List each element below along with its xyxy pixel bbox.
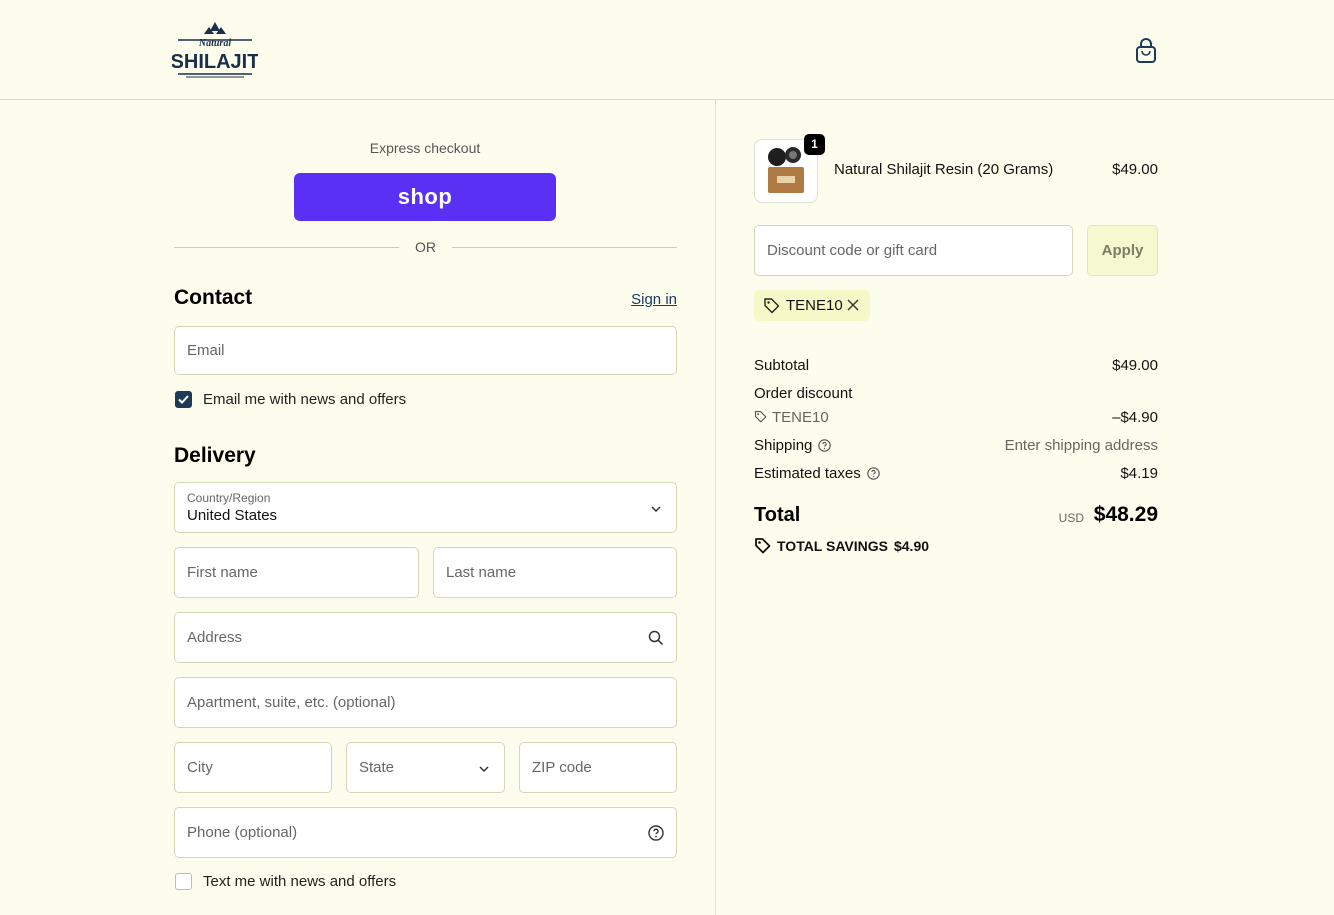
newsletter-label: Email me with news and offers (203, 391, 407, 408)
email-placeholder: Email (187, 342, 225, 359)
order-summary: 1 Natural Shilajit Resin (20 Grams) $49.… (716, 100, 1334, 915)
shop-pay-button[interactable]: shop (294, 173, 556, 221)
savings-label: TOTAL SAVINGS (777, 538, 888, 554)
email-field[interactable]: Email (174, 326, 677, 375)
country-select[interactable]: Country/Region United States (174, 482, 677, 533)
applied-code: TENE10 (786, 297, 843, 314)
currency-code: USD (1058, 511, 1084, 525)
savings-value: $4.90 (893, 538, 930, 554)
apply-button[interactable]: Apply (1087, 225, 1158, 276)
help-icon[interactable] (818, 439, 832, 452)
apartment-placeholder: Apartment, suite, etc. (optional) (187, 694, 396, 711)
city-placeholder: City (187, 759, 213, 776)
quantity-badge: 1 (804, 134, 825, 155)
discount-placeholder: Discount code or gift card (767, 242, 938, 259)
shipping-value: Enter shipping address (1004, 437, 1158, 454)
taxes-row: Estimated taxes (754, 465, 880, 482)
or-divider: OR (174, 238, 677, 258)
product-price: $49.00 (1112, 161, 1158, 178)
product-name: Natural Shilajit Resin (20 Grams) (834, 161, 1054, 178)
country-value: United States (187, 507, 278, 524)
svg-text:Natural: Natural (198, 38, 231, 49)
order-discount-value: –$4.90 (1112, 409, 1158, 426)
subtotal-label: Subtotal (754, 357, 810, 374)
taxes-label: Estimated taxes (754, 465, 861, 482)
help-icon[interactable] (866, 467, 880, 480)
order-discount-code: TENE10 (772, 409, 829, 426)
sms-label: Text me with news and offers (203, 873, 397, 890)
shilajit-logo[interactable]: Natural SHILAJIT (172, 18, 258, 82)
tag-icon (754, 410, 767, 423)
order-discount-code-row: TENE10 (754, 409, 829, 426)
site-header: Natural SHILAJIT (0, 0, 1334, 100)
last-name-field[interactable]: Last name (433, 547, 677, 598)
delivery-title: Delivery (174, 444, 256, 467)
remove-code-icon[interactable] (846, 298, 860, 312)
state-select[interactable]: State (346, 742, 505, 793)
last-name-placeholder: Last name (446, 564, 517, 581)
checkmark-icon (178, 395, 189, 404)
contact-title: Contact (174, 286, 253, 309)
phone-placeholder: Phone (optional) (187, 824, 298, 841)
savings-tag-icon (755, 538, 771, 554)
address-field[interactable]: Address (174, 612, 677, 663)
divider-line-right (452, 247, 677, 248)
city-field[interactable]: City (174, 742, 332, 793)
chevron-down-icon (651, 506, 661, 513)
country-label: Country/Region (187, 491, 271, 505)
first-name-placeholder: First name (187, 564, 258, 581)
newsletter-checkbox[interactable] (175, 391, 192, 408)
state-placeholder: State (359, 759, 395, 776)
help-icon[interactable] (648, 825, 664, 841)
shipping-label: Shipping (754, 437, 813, 454)
taxes-value: $4.19 (1120, 465, 1158, 482)
sms-checkbox[interactable] (175, 873, 192, 890)
search-icon (648, 630, 664, 646)
sign-in-link[interactable]: Sign in (600, 291, 677, 308)
tag-icon (764, 298, 780, 314)
total-label: Total (754, 504, 801, 526)
zip-field[interactable]: ZIP code (519, 742, 677, 793)
apartment-field[interactable]: Apartment, suite, etc. (optional) (174, 677, 677, 728)
shopping-bag-icon[interactable] (1134, 38, 1158, 64)
total-value: $48.29 (1093, 503, 1158, 526)
applied-discount-chip: TENE10 (754, 290, 870, 321)
phone-field[interactable]: Phone (optional) (174, 807, 677, 858)
first-name-field[interactable]: First name (174, 547, 419, 598)
svg-text:SHILAJIT: SHILAJIT (172, 51, 258, 73)
order-discount-label: Order discount (754, 385, 853, 402)
total-savings: TOTAL SAVINGS $4.90 (754, 537, 929, 554)
zip-placeholder: ZIP code (532, 759, 592, 776)
subtotal-value: $49.00 (1112, 357, 1158, 374)
address-placeholder: Address (187, 629, 243, 646)
discount-code-field[interactable]: Discount code or gift card (754, 225, 1073, 276)
checkout-form: Express checkout shop OR Contact Sign in… (0, 100, 715, 915)
chevron-down-icon (479, 766, 489, 773)
shipping-row: Shipping (754, 437, 832, 454)
express-checkout-label: Express checkout (369, 140, 481, 156)
